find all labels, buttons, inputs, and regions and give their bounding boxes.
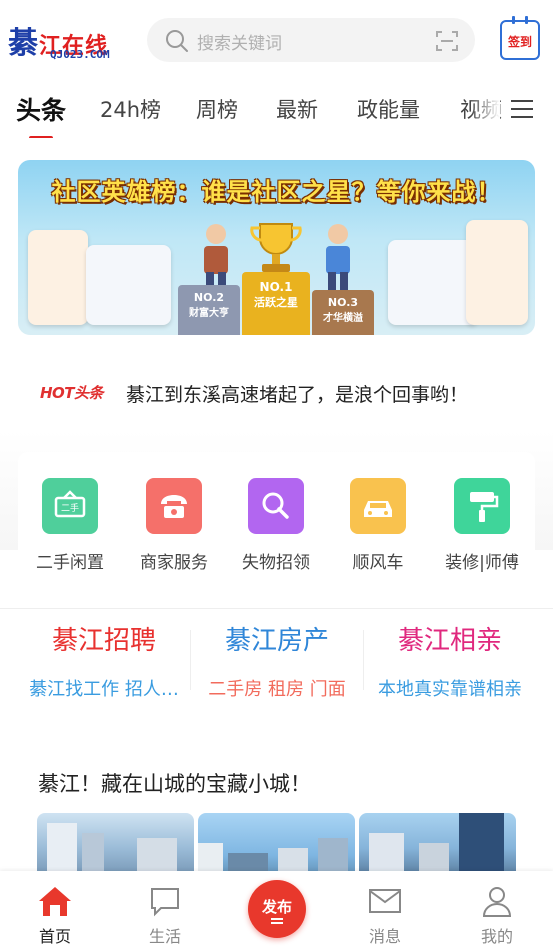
menu-icon[interactable] bbox=[511, 100, 535, 120]
service-lost-found[interactable]: 失物招领 bbox=[224, 478, 328, 573]
banner-title: 社区英雄榜：谁是社区之星？等你来战！ bbox=[51, 178, 502, 206]
service-carpool[interactable]: 顺风车 bbox=[326, 478, 430, 573]
signin-button[interactable]: 签到 bbox=[500, 16, 540, 60]
chat-icon bbox=[125, 885, 205, 917]
search-icon bbox=[166, 30, 188, 52]
home-icon bbox=[15, 885, 95, 917]
tab-latest[interactable]: 最新 bbox=[276, 94, 318, 124]
hot-headline[interactable]: HOT头条 綦江到东溪高速堵起了，是浪个回事哟！ bbox=[0, 370, 553, 420]
hot-badge: HOT头条 bbox=[40, 384, 104, 402]
nav-home[interactable]: 首页 bbox=[15, 885, 95, 947]
podium-third: NO.3 才华横溢 bbox=[312, 290, 374, 335]
search-placeholder: 搜索关键词 bbox=[197, 34, 282, 54]
search-icon bbox=[248, 478, 304, 534]
tab-positive-energy[interactable]: 政能量 bbox=[357, 94, 420, 124]
signin-label: 签到 bbox=[507, 35, 532, 49]
svg-text:二手: 二手 bbox=[61, 502, 79, 514]
publish-button[interactable]: 发布 bbox=[248, 880, 306, 938]
tab-weekly-rank[interactable]: 周榜 bbox=[196, 94, 238, 124]
nav-profile[interactable]: 我的 bbox=[457, 885, 537, 947]
site-logo[interactable]: 綦江在线 QJ023.COM bbox=[8, 18, 128, 64]
carousel-dots bbox=[276, 325, 321, 335]
trophy-icon bbox=[250, 223, 302, 272]
service-grid: 二手 二手闲置 商家服务 失物招领 顺风车 装修|师傅 bbox=[18, 452, 535, 592]
logo-domain: QJ023.COM bbox=[50, 48, 110, 61]
logo-char: 綦 bbox=[8, 26, 39, 61]
person-icon bbox=[326, 224, 350, 290]
search-bar[interactable]: 搜索关键词 bbox=[147, 18, 475, 62]
podium-second: NO.2 财富大亨 bbox=[178, 285, 240, 335]
hot-headline-text: 綦江到东溪高速堵起了，是浪个回事哟！ bbox=[126, 384, 469, 406]
calendar-icon bbox=[512, 16, 528, 24]
publish-label: 发布 bbox=[261, 898, 292, 916]
secondhand-icon: 二手 bbox=[42, 478, 98, 534]
article-title[interactable]: 綦江！藏在山城的宝藏小城！ bbox=[38, 768, 311, 798]
service-secondhand[interactable]: 二手 二手闲置 bbox=[18, 478, 122, 573]
person-icon bbox=[204, 224, 228, 290]
channel-jobs[interactable]: 綦江招聘 綦江找工作 招人… bbox=[12, 620, 196, 701]
tab-24h-rank[interactable]: 24h榜 bbox=[100, 94, 161, 124]
channel-realestate[interactable]: 綦江房产 二手房 租房 门面 bbox=[185, 620, 369, 701]
promo-banner[interactable]: NO.2 财富大亨 NO.1 活跃之星 NO.3 才华横溢 社区英雄榜：谁是社区… bbox=[18, 160, 535, 335]
service-renovation[interactable]: 装修|师傅 bbox=[430, 478, 534, 573]
user-icon bbox=[457, 885, 537, 917]
car-icon bbox=[350, 478, 406, 534]
tab-headlines[interactable]: 头条 bbox=[16, 91, 66, 127]
channel-dating[interactable]: 綦江相亲 本地真实靠谱相亲 bbox=[358, 620, 542, 701]
app-header: 綦江在线 QJ023.COM 搜索关键词 签到 bbox=[0, 0, 553, 80]
paint-roller-icon bbox=[454, 478, 510, 534]
service-merchant[interactable]: 商家服务 bbox=[122, 478, 226, 573]
publish-icon bbox=[271, 918, 283, 920]
nav-messages[interactable]: 消息 bbox=[345, 885, 425, 947]
active-tab-indicator bbox=[29, 136, 53, 138]
nav-life[interactable]: 生活 bbox=[125, 885, 205, 947]
mail-icon bbox=[345, 885, 425, 917]
scan-icon[interactable] bbox=[435, 29, 459, 53]
phone-icon bbox=[146, 478, 202, 534]
